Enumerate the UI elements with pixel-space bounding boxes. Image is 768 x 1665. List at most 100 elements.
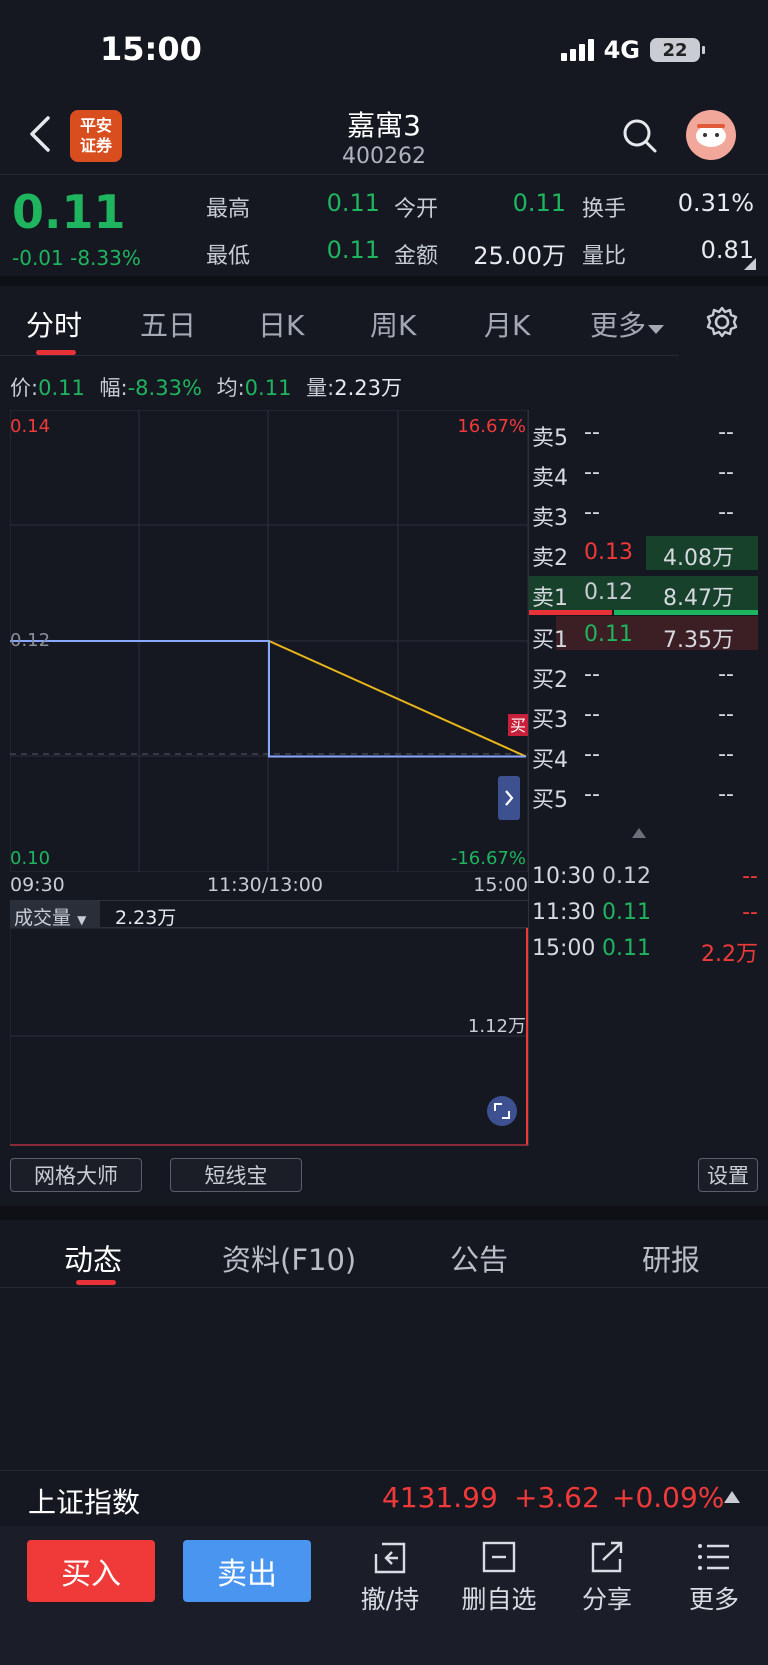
network-type: 4G <box>603 36 640 64</box>
bid-price: 0.11 <box>584 622 633 647</box>
info-price: 0.11 <box>38 376 85 400</box>
ask-label: 卖1 <box>532 586 568 611</box>
bid-price: -- <box>584 662 600 687</box>
volume-indicator-select[interactable]: 成交量 ▼ <box>10 901 100 929</box>
tab-more[interactable]: 更多 <box>590 304 665 344</box>
x-axis-mid: 11:30/13:00 <box>207 874 323 896</box>
cancel-hold-button[interactable]: 撤/持 <box>345 1540 435 1616</box>
ask-label: 卖3 <box>532 506 568 531</box>
trade-vol: -- <box>742 864 758 889</box>
amount-value: 25.00万 <box>473 242 566 270</box>
avatar[interactable] <box>686 110 736 160</box>
divider <box>528 410 529 1146</box>
tab-announcements[interactable]: 公告 <box>450 1237 508 1279</box>
search-icon[interactable] <box>622 118 658 154</box>
tab-daily-k[interactable]: 日K <box>258 304 304 344</box>
x-axis: 09:30 11:30/13:00 15:00 <box>10 874 528 900</box>
volratio-label: 量比 <box>582 244 627 269</box>
volume-chart[interactable]: 1.12万 <box>10 928 528 1146</box>
trade-vol: -- <box>742 900 758 925</box>
divider <box>0 1287 768 1288</box>
caret-up-icon[interactable] <box>724 1491 740 1503</box>
bid-row: 买4 -- -- <box>528 736 758 774</box>
bid-vol: -- <box>718 742 734 767</box>
x-axis-start: 09:30 <box>10 874 65 896</box>
bid-price: -- <box>584 702 600 727</box>
ask-label: 卖2 <box>532 546 568 571</box>
divider <box>0 355 678 356</box>
info-amp-label: 幅: <box>99 376 128 400</box>
amount-label: 金额 <box>394 244 439 269</box>
index-pct: +0.09% <box>612 1481 725 1514</box>
bottom-tab-indicator <box>76 1280 116 1285</box>
trade-time: 10:30 <box>532 864 596 889</box>
tab-news[interactable]: 动态 <box>64 1237 122 1279</box>
more-button[interactable]: 更多 <box>669 1540 759 1616</box>
trade-vol: 2.2万 <box>701 942 758 967</box>
status-time: 15:00 <box>100 30 202 68</box>
buy-button[interactable]: 买入 <box>27 1540 155 1602</box>
caret-down-icon: ▼ <box>77 913 87 927</box>
bid-vol: -- <box>718 782 734 807</box>
battery-icon: 22 <box>650 38 705 62</box>
volume-total: 2.23万 <box>115 907 177 929</box>
buy-marker: 买 <box>510 716 526 735</box>
bid-row: 买2 -- -- <box>528 656 758 694</box>
low-label: 最低 <box>206 244 251 269</box>
info-amp: -8.33% <box>127 376 202 400</box>
gear-icon[interactable] <box>706 306 738 338</box>
expand-handle[interactable] <box>498 776 520 820</box>
divider <box>0 174 768 175</box>
short-line-button[interactable]: 短线宝 <box>170 1158 302 1192</box>
share-button[interactable]: 分享 <box>562 1540 652 1616</box>
ask-row: 卖3 -- -- <box>528 494 758 532</box>
crosshair-info: 价:0.11 幅:-8.33% 均:0.11 量:2.23万 <box>10 372 402 402</box>
intraday-chart[interactable]: 0.14 0.12 0.10 16.67% -16.67% 买 <box>10 410 528 872</box>
ask-price: -- <box>584 500 600 525</box>
ask-price: 0.13 <box>584 540 633 565</box>
y-axis-bottom: 0.10 <box>10 848 50 869</box>
settings-button[interactable]: 设置 <box>698 1158 758 1192</box>
signal-icon <box>560 39 594 61</box>
ask-price: -- <box>584 460 600 485</box>
tab-five-day[interactable]: 五日 <box>140 304 196 344</box>
index-name: 上证指数 <box>28 1486 141 1519</box>
volume-label: 成交量 <box>14 907 72 929</box>
caret-up-icon[interactable] <box>632 828 646 838</box>
sell-button[interactable]: 卖出 <box>183 1540 311 1602</box>
bid-label: 买4 <box>532 748 568 773</box>
x-axis-end: 15:00 <box>473 874 528 896</box>
bid-label: 买2 <box>532 668 568 693</box>
volume-mid-label: 1.12万 <box>468 1016 526 1037</box>
ask-label: 卖5 <box>532 426 568 451</box>
ask-price: 0.12 <box>584 580 633 605</box>
battery-level: 22 <box>662 39 688 61</box>
ask-vol: -- <box>718 500 734 525</box>
trade-row: 10:30 0.12 -- <box>528 858 758 896</box>
trade-row: 15:00 0.11 2.2万 <box>528 930 758 968</box>
section-gap <box>0 1206 768 1220</box>
tab-research[interactable]: 研报 <box>642 1237 700 1279</box>
tab-weekly-k[interactable]: 周K <box>370 304 416 344</box>
corner-expand-icon[interactable] <box>744 258 756 270</box>
tab-monthly-k[interactable]: 月K <box>484 304 530 344</box>
more-label: 更多 <box>688 1585 739 1614</box>
trade-price: 0.11 <box>602 900 651 925</box>
ask-row: 卖2 0.13 4.08万 <box>528 534 758 572</box>
remove-watchlist-button[interactable]: 删自选 <box>454 1540 544 1616</box>
ask-row: 卖5 -- -- <box>528 414 758 452</box>
tab-f10[interactable]: 资料(F10) <box>222 1237 356 1279</box>
tab-intraday[interactable]: 分时 <box>26 304 82 344</box>
ask-row: 卖1 0.12 8.47万 <box>528 574 758 612</box>
fullscreen-button[interactable] <box>487 1096 517 1126</box>
menu-icon <box>698 1544 729 1570</box>
robot-avatar-icon <box>696 124 726 147</box>
index-ticker[interactable]: 上证指数 4131.99 +3.62 +0.09% <box>0 1470 768 1526</box>
index-change: +3.62 <box>514 1481 600 1514</box>
grid-master-button[interactable]: 网格大师 <box>10 1158 142 1192</box>
bid-label: 买3 <box>532 708 568 733</box>
bid-row: 买1 0.11 7.35万 <box>528 616 758 654</box>
ask-strength-bar <box>614 610 758 615</box>
trade-time: 15:00 <box>532 936 596 961</box>
trade-row: 11:30 0.11 -- <box>528 894 758 932</box>
